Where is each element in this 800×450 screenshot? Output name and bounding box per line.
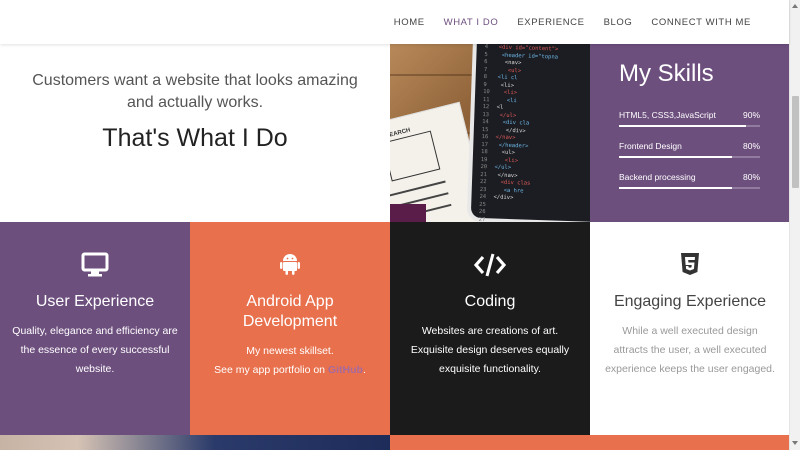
tablet-screen: 4 5 6 7 8 9 10 11 12 13 14 15 16 17 18 1… — [466, 44, 590, 222]
next-section-orange — [390, 435, 789, 450]
skill-bar-fill — [619, 125, 746, 127]
html5-icon — [590, 252, 789, 280]
skill-name: Backend processing — [619, 172, 696, 182]
service-tile-android: Android App Development My newest skills… — [190, 222, 390, 435]
page-scrollbar[interactable] — [789, 0, 800, 450]
sketch-label: SEARCH — [390, 127, 412, 140]
skill-percent: 90% — [742, 110, 760, 120]
service-title: User Experience — [35, 293, 155, 310]
hero-title: That's What I Do — [102, 124, 288, 152]
github-link[interactable]: GitHub — [328, 364, 363, 376]
skill-row: Backend processing 80% — [619, 172, 760, 192]
nav-links: HOME WHAT I DO EXPERIENCE BLOG CONNECT W… — [394, 0, 751, 44]
service-description-suffix: . — [362, 364, 366, 376]
skill-bar-track — [619, 187, 760, 189]
code-tablet-image: SEARCH 4 5 6 7 8 9 10 11 12 13 14 15 16 … — [390, 44, 590, 222]
skill-bar-fill — [619, 156, 732, 158]
skill-bar-track — [619, 156, 760, 158]
service-description: Websites are creations of art. Exquisite… — [410, 325, 570, 375]
code-icon — [390, 252, 590, 280]
scroll-down-arrow-icon[interactable] — [792, 441, 798, 445]
service-description-line: My newest skillset. — [246, 345, 334, 357]
service-tile-user-experience: User Experience Quality, elegance and ef… — [0, 222, 190, 435]
code-listing: <div id="content"> <header id="topna <na… — [493, 45, 558, 204]
service-tile-engaging: Engaging Experience While a well execute… — [590, 222, 789, 435]
hero-subtitle: Customers want a website that looks amaz… — [32, 72, 358, 111]
nav-what-i-do[interactable]: WHAT I DO — [444, 17, 499, 28]
skills-panel: My Skills HTML5, CSS3,JavaScript 90% Fro… — [590, 44, 789, 222]
code-line-numbers: 4 5 6 7 8 9 10 11 12 13 14 15 16 17 18 1… — [478, 44, 490, 222]
service-title: Engaging Experience — [613, 293, 767, 310]
scroll-thumb[interactable] — [792, 96, 799, 188]
scroll-up-arrow-icon[interactable] — [792, 4, 798, 8]
skill-name: HTML5, CSS3,JavaScript — [619, 110, 716, 120]
nav-connect-with-me[interactable]: CONNECT WITH ME — [651, 17, 751, 28]
skill-percent: 80% — [742, 172, 760, 182]
android-icon — [190, 252, 390, 280]
skill-name: Frontend Design — [619, 141, 682, 151]
skill-percent: 80% — [742, 141, 760, 151]
monitor-icon — [0, 252, 190, 280]
binder-clip — [390, 204, 426, 222]
code-line: </div> — [493, 194, 514, 202]
service-description: While a well executed design attracts th… — [605, 325, 775, 375]
hero-section: Customers want a website that looks amaz… — [0, 44, 390, 222]
service-title: Android App Development — [242, 293, 338, 330]
next-section-image — [0, 435, 390, 450]
skills-title: My Skills — [619, 60, 714, 87]
skill-row: Frontend Design 80% — [619, 141, 760, 161]
wireframe-sketch: SEARCH — [390, 127, 441, 182]
nav-experience[interactable]: EXPERIENCE — [517, 17, 584, 28]
nav-blog[interactable]: BLOG — [604, 17, 633, 28]
service-tile-coding: Coding Websites are creations of art. Ex… — [390, 222, 590, 435]
skill-bar-fill — [619, 187, 732, 189]
service-description: Quality, elegance and efficiency are the… — [12, 325, 178, 375]
top-navbar: HOME WHAT I DO EXPERIENCE BLOG CONNECT W… — [0, 0, 789, 44]
skill-row: HTML5, CSS3,JavaScript 90% — [619, 110, 760, 130]
skill-bar-track — [619, 125, 760, 127]
service-title: Coding — [464, 293, 516, 310]
service-description-line: See my app portfolio on — [214, 364, 328, 376]
nav-home[interactable]: HOME — [394, 17, 425, 28]
service-description: My newest skillset. See my app portfolio… — [204, 342, 376, 380]
